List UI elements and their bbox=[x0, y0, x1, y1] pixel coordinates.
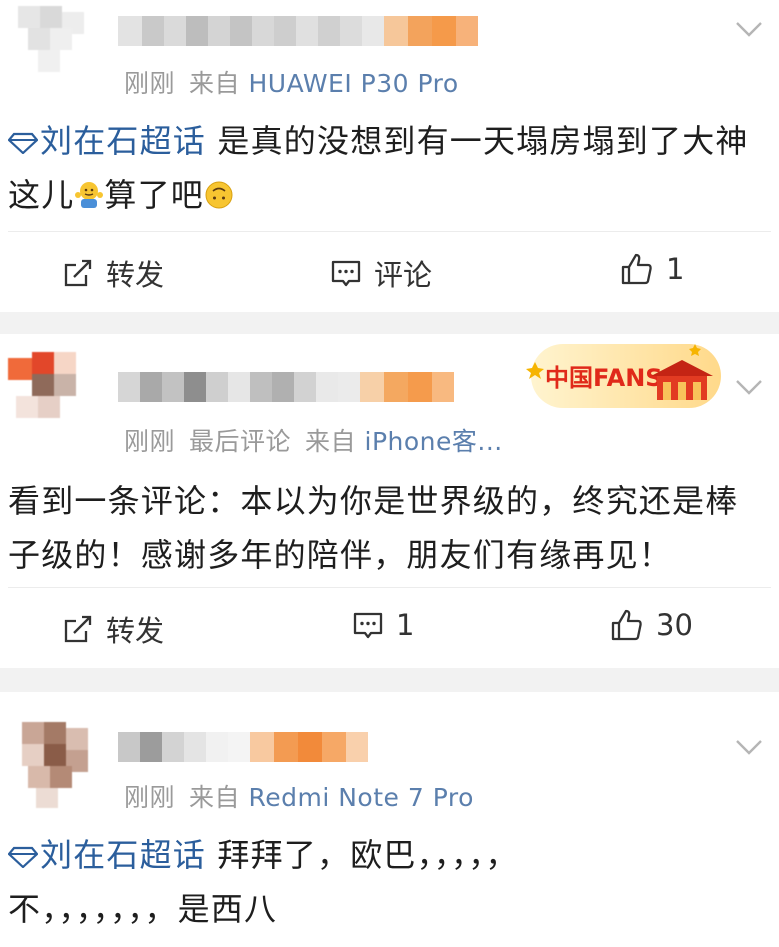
post-text-line2: 不，，，，，，，是西八 bbox=[8, 890, 278, 928]
repost-button[interactable]: 转发 bbox=[62, 608, 164, 650]
username-blurred[interactable] bbox=[118, 372, 454, 402]
post-actions: 转发 评论 1 bbox=[0, 244, 779, 304]
comment-icon bbox=[331, 260, 361, 287]
post-time: 刚刚 bbox=[124, 69, 176, 98]
post-meta: 刚刚 来自 HUAWEI P30 Pro bbox=[124, 64, 459, 100]
username-blurred[interactable] bbox=[118, 732, 368, 762]
post-content: 刘在石超话 拜拜了，欧巴，，，，， 不，，，，，，，是西八 bbox=[8, 828, 765, 936]
chevron-down-icon[interactable] bbox=[735, 20, 763, 38]
topic-link[interactable]: 刘在石超话 bbox=[8, 122, 206, 160]
emoji-upside-down-icon bbox=[205, 181, 233, 209]
post-text-line1: 是真的没想到有一天塌房塌到了大神 bbox=[217, 122, 749, 160]
chevron-down-icon[interactable] bbox=[735, 738, 763, 756]
post-text-line2a: 这儿 bbox=[8, 176, 75, 214]
post-content: 看到一条评论：本以为你是世界级的，终究还是棒 子级的！感谢多年的陪伴，朋友们有缘… bbox=[8, 474, 765, 582]
source-prefix: 来自 bbox=[189, 783, 241, 812]
like-button[interactable]: 30 bbox=[610, 608, 693, 642]
source-prefix: 来自 bbox=[305, 427, 357, 456]
source-prefix: 来自 bbox=[189, 69, 241, 98]
post-text-line1: 看到一条评论：本以为你是世界级的，终究还是棒 bbox=[8, 482, 739, 520]
avatar[interactable] bbox=[8, 718, 100, 810]
post-source: iPhone客... bbox=[364, 427, 503, 456]
like-count: 30 bbox=[656, 608, 693, 642]
chevron-down-icon[interactable] bbox=[735, 378, 763, 396]
feed-separator bbox=[0, 312, 779, 334]
repost-label: 转发 bbox=[106, 614, 165, 648]
like-count: 1 bbox=[666, 252, 685, 286]
repost-icon bbox=[64, 615, 92, 643]
comment-label: 评论 bbox=[374, 258, 433, 292]
post-actions: 转发 1 30 bbox=[0, 600, 779, 660]
topic-link[interactable]: 刘在石超话 bbox=[8, 836, 206, 874]
post-text-line1: 拜拜了，欧巴，，，，， bbox=[217, 836, 519, 874]
topic-label: 刘在石超话 bbox=[40, 122, 207, 160]
username-blurred[interactable] bbox=[118, 16, 478, 46]
post-text-line2b: 算了吧 bbox=[104, 176, 205, 214]
avatar[interactable] bbox=[8, 0, 100, 84]
post-time: 刚刚 bbox=[124, 427, 176, 456]
post-source: Redmi Note 7 Pro bbox=[248, 783, 474, 812]
post-meta: 刚刚 最后评论 来自 iPhone客... bbox=[124, 422, 503, 458]
emoji-shrug-icon bbox=[75, 182, 104, 208]
like-button[interactable]: 1 bbox=[620, 252, 684, 286]
post-time: 刚刚 bbox=[124, 783, 176, 812]
post-text-line2: 子级的！感谢多年的陪伴，朋友们有缘再见！ bbox=[8, 536, 673, 574]
fans-badge[interactable]: 中国FANS bbox=[521, 336, 729, 416]
post-content: 刘在石超话 是真的没想到有一天塌房塌到了大神 这儿 算了吧 bbox=[8, 114, 765, 222]
repost-icon bbox=[64, 259, 92, 287]
comment-button[interactable]: 1 bbox=[352, 608, 414, 642]
like-icon bbox=[611, 609, 642, 641]
comment-icon bbox=[353, 612, 383, 639]
like-icon bbox=[621, 253, 652, 285]
feed-post-2: 中国FANS 刚刚 最后评论 来自 iPhone客... 看到一条评论：本以为你… bbox=[0, 334, 779, 668]
topic-diamond-icon bbox=[8, 132, 38, 154]
divider bbox=[8, 587, 771, 588]
comment-button[interactable]: 评论 bbox=[330, 252, 432, 294]
divider bbox=[8, 231, 771, 232]
topic-label: 刘在石超话 bbox=[40, 836, 207, 874]
feed-post-1: 刚刚 来自 HUAWEI P30 Pro 刘在石超话 是真的没想到有一天塌房塌到… bbox=[0, 0, 779, 312]
topic-diamond-icon bbox=[8, 846, 38, 868]
avatar[interactable] bbox=[8, 344, 100, 436]
post-meta: 刚刚 来自 Redmi Note 7 Pro bbox=[124, 778, 474, 814]
post-extra: 最后评论 bbox=[189, 427, 292, 456]
post-source: HUAWEI P30 Pro bbox=[248, 69, 459, 98]
repost-button[interactable]: 转发 bbox=[62, 252, 164, 294]
comment-count: 1 bbox=[396, 608, 415, 642]
feed-separator bbox=[0, 668, 779, 692]
repost-label: 转发 bbox=[106, 258, 165, 292]
fans-badge-text: 中国FANS bbox=[545, 364, 663, 392]
feed-post-3: 刚刚 来自 Redmi Note 7 Pro 刘在石超话 拜拜了，欧巴，，，，，… bbox=[0, 692, 779, 947]
